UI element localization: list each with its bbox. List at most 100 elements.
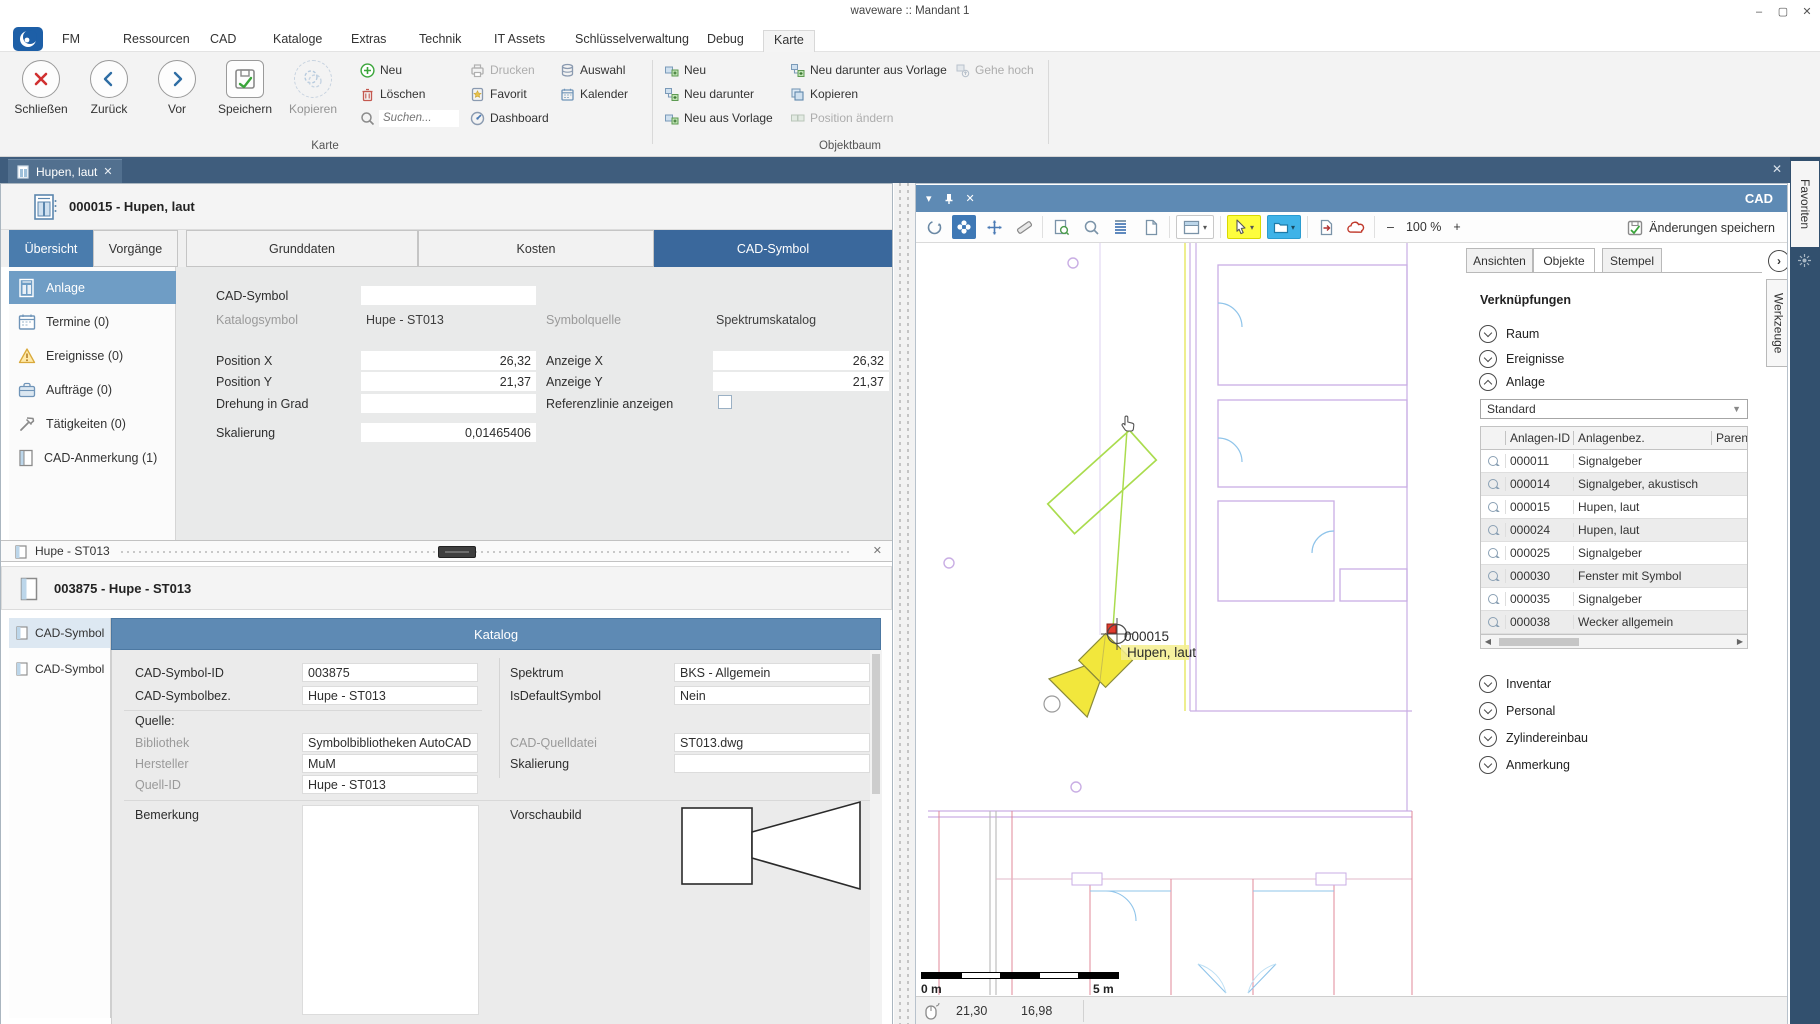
ob-neu-darunter-button[interactable]: Neu darunter	[664, 84, 754, 104]
nav-taetigkeiten[interactable]: Tätigkeiten (0)	[9, 407, 176, 440]
panel-close-icon[interactable]: ✕	[966, 192, 975, 205]
zoom-out-button[interactable]: –	[1387, 220, 1394, 234]
zoom-page-button[interactable]	[1049, 215, 1073, 239]
zoom-in-button[interactable]: +	[1453, 220, 1460, 234]
loeschen-button[interactable]: Löschen	[360, 84, 425, 104]
quell-id-input[interactable]	[302, 775, 478, 794]
search-icon[interactable]	[1488, 548, 1498, 558]
menu-schluesselverwaltung[interactable]: Schlüsselverwaltung	[565, 30, 699, 52]
view-window-dropdown[interactable]: ▾	[1176, 215, 1214, 239]
cad-symbol-id-input[interactable]	[302, 663, 478, 682]
isdefault-input[interactable]	[674, 686, 870, 705]
table-row[interactable]: 000024 Hupen, laut	[1481, 519, 1747, 542]
search-input[interactable]	[379, 110, 459, 127]
pin-icon[interactable]	[944, 193, 954, 205]
export-button[interactable]	[1314, 215, 1338, 239]
speichern-button[interactable]: Speichern	[212, 60, 278, 116]
nav-cad-anmerkung[interactable]: CAD-Anmerkung (1)	[9, 441, 176, 474]
pan-move-button[interactable]	[982, 215, 1006, 239]
lower-skalierung-input[interactable]	[674, 754, 870, 773]
menu-it-assets[interactable]: IT Assets	[484, 30, 555, 52]
col-parent[interactable]: Paren	[1711, 431, 1747, 445]
position-x-input[interactable]	[361, 351, 536, 370]
cad-symbol-input[interactable]	[361, 286, 536, 305]
revision-cloud-button[interactable]	[1344, 215, 1368, 239]
favorit-button[interactable]: Favorit	[470, 84, 527, 104]
menu-technik[interactable]: Technik	[409, 30, 471, 52]
cad-symbolbez-input[interactable]	[302, 686, 478, 705]
app-logo-icon[interactable]	[13, 27, 43, 51]
ob-neu-darunter-vorlage-button[interactable]: Neu darunter aus Vorlage	[790, 60, 947, 80]
measure-ruler-button[interactable]	[1012, 215, 1036, 239]
ob-neu-button[interactable]: Neu	[664, 60, 706, 80]
table-row[interactable]: 000035 Signalgeber	[1481, 588, 1747, 611]
splitter-handle[interactable]	[438, 546, 476, 558]
vertical-splitter[interactable]	[894, 183, 915, 1024]
docbar-close-icon[interactable]: ✕	[1772, 162, 1782, 176]
group-personal[interactable]: Personal	[1479, 702, 1555, 720]
menu-karte[interactable]: Karte	[763, 30, 815, 53]
group-inventar[interactable]: Inventar	[1479, 675, 1551, 693]
spektrum-input[interactable]	[674, 663, 870, 682]
anzeige-x-input[interactable]	[713, 351, 889, 370]
table-row[interactable]: 000038 Wecker allgemein	[1481, 611, 1747, 634]
favoriten-tab[interactable]: Favoriten	[1791, 161, 1819, 247]
layer-folder-button[interactable]: ▾	[1267, 215, 1301, 239]
menu-kataloge[interactable]: Kataloge	[263, 30, 332, 52]
group-ereignisse[interactable]: Ereignisse	[1479, 350, 1564, 368]
dock-expand-button[interactable]: ›	[1768, 250, 1787, 272]
anlage-filter-select[interactable]: Standard ▼	[1480, 399, 1748, 419]
menu-ressourcen[interactable]: Ressourcen	[113, 30, 200, 52]
favorites-star-icon[interactable]	[1797, 253, 1812, 268]
chevron-down-icon[interactable]	[1479, 702, 1497, 720]
menu-fm[interactable]: FM	[52, 30, 90, 52]
tab-close-icon[interactable]: ✕	[103, 165, 112, 178]
chevron-down-icon[interactable]	[1479, 729, 1497, 747]
drehung-input[interactable]	[361, 394, 536, 413]
tab-grunddaten[interactable]: Grunddaten	[186, 230, 418, 267]
search-icon[interactable]	[1488, 617, 1498, 627]
group-zylindereinbau[interactable]: Zylindereinbau	[1479, 729, 1588, 747]
auswahl-button[interactable]: Auswahl	[560, 60, 625, 80]
hersteller-input[interactable]	[302, 754, 478, 773]
ob-kopieren-button[interactable]: Kopieren	[790, 84, 858, 104]
zoom-window-button[interactable]	[1079, 215, 1103, 239]
vor-button[interactable]: Vor	[144, 60, 210, 116]
search-icon[interactable]	[1488, 479, 1498, 489]
table-row[interactable]: 000011 Signalgeber	[1481, 450, 1747, 473]
chevron-up-icon[interactable]	[1479, 373, 1497, 391]
layers-button[interactable]	[1109, 215, 1133, 239]
chevron-down-icon[interactable]	[1479, 756, 1497, 774]
tab-kosten[interactable]: Kosten	[418, 230, 654, 267]
tab-vorgaenge[interactable]: Vorgänge	[93, 230, 178, 267]
position-y-input[interactable]	[361, 372, 536, 391]
nav-anlage[interactable]: Anlage	[9, 271, 176, 304]
splitter-close-icon[interactable]: ✕	[873, 544, 882, 557]
chevron-down-icon[interactable]	[1479, 325, 1497, 343]
select-cursor-button[interactable]: ▾	[1227, 215, 1261, 239]
anzeige-y-input[interactable]	[713, 372, 889, 391]
close-button[interactable]: ✕	[1796, 2, 1818, 22]
col-anlagen-id[interactable]: Anlagen-ID	[1505, 431, 1573, 445]
lower-nav-cad-symbol-2[interactable]: CAD-Symbol	[9, 654, 110, 684]
ob-neu-aus-vorlage-button[interactable]: Neu aus Vorlage	[664, 108, 773, 128]
table-horizontal-scrollbar[interactable]: ◀ ▶	[1481, 634, 1747, 648]
scroll-left-icon[interactable]: ◀	[1481, 637, 1495, 646]
group-anmerkung[interactable]: Anmerkung	[1479, 756, 1570, 774]
dock-tab-stempel[interactable]: Stempel	[1602, 248, 1662, 273]
dock-tab-objekte[interactable]: Objekte	[1533, 248, 1595, 273]
zurueck-button[interactable]: Zurück	[76, 60, 142, 116]
skalierung-input[interactable]	[361, 423, 536, 442]
menu-cad[interactable]: CAD	[200, 30, 246, 52]
maximize-button[interactable]: ▢	[1772, 2, 1794, 22]
dock-tab-ansichten[interactable]: Ansichten	[1466, 248, 1533, 273]
lower-scrollbar[interactable]	[870, 650, 882, 1024]
nav-termine[interactable]: Termine (0)	[9, 305, 176, 338]
nav-ereignisse[interactable]: Ereignisse (0)	[9, 339, 176, 372]
document-tab-hupen-laut[interactable]: Hupen, laut ✕	[8, 159, 122, 183]
table-row[interactable]: 000030 Fenster mit Symbol	[1481, 565, 1747, 588]
lower-nav-cad-symbol-1[interactable]: CAD-Symbol	[9, 618, 110, 648]
chevron-down-icon[interactable]	[1479, 350, 1497, 368]
table-row[interactable]: 000015 Hupen, laut	[1481, 496, 1747, 519]
table-row[interactable]: 000014 Signalgeber, akustisch	[1481, 473, 1747, 496]
